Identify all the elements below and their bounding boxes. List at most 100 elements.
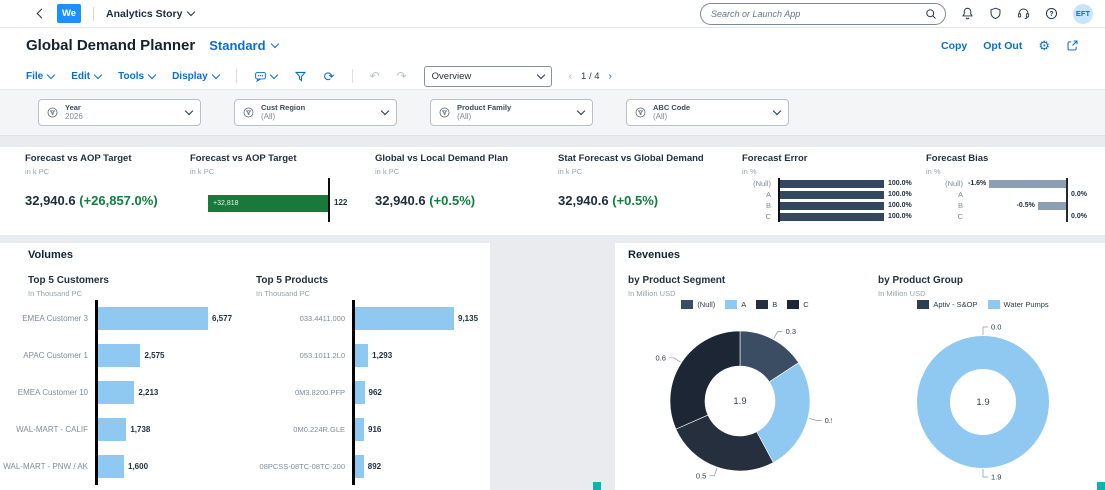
filter-cust-region[interactable]: Cust Region(All) — [234, 99, 397, 126]
chevron-down-icon — [536, 70, 544, 78]
bar[interactable] — [354, 344, 368, 367]
product-group-donut[interactable]: 0.01.91.9 — [895, 314, 1071, 490]
app-logo[interactable]: We — [57, 4, 81, 23]
global-search[interactable] — [700, 3, 946, 25]
legend-item[interactable]: B — [756, 300, 777, 309]
refresh-icon[interactable]: ⟳ — [324, 70, 335, 83]
value-label: 6,577 — [212, 314, 232, 323]
filter-product-family[interactable]: Product Family(All) — [430, 99, 593, 126]
filter-funnel-icon[interactable] — [294, 70, 307, 83]
comment-icon[interactable] — [254, 70, 277, 83]
chevron-down-icon — [269, 70, 277, 78]
bar[interactable] — [354, 381, 365, 404]
notifications-bell-icon[interactable] — [961, 7, 974, 20]
bar[interactable] — [780, 202, 884, 210]
chevron-down-icon — [185, 107, 193, 115]
kpi-band: Forecast vs AOP Target in k PC 32,940.6 … — [0, 147, 1105, 235]
chevron-down-icon — [94, 70, 102, 78]
search-icon[interactable] — [925, 8, 937, 20]
legend-label: C — [803, 300, 808, 309]
divider — [236, 69, 237, 83]
bar-row: C100.0% — [742, 211, 922, 222]
svg-text:0.5: 0.5 — [696, 471, 706, 480]
copy-button[interactable]: Copy — [941, 40, 967, 52]
help-icon[interactable]: ? — [1045, 7, 1058, 20]
category-label: 08PCSS-08TC-08TC-200 — [245, 462, 352, 471]
revenues-card: Revenues by Product Segment In Million U… — [615, 243, 1105, 490]
bar[interactable] — [989, 180, 1066, 188]
menu-tools[interactable]: Tools — [118, 71, 155, 82]
legend-swatch — [787, 300, 799, 309]
kpi-global-vs-local[interactable]: Global vs Local Demand Plan in k PC 32,9… — [375, 147, 553, 235]
bar[interactable] — [780, 180, 884, 188]
opt-out-button[interactable]: Opt Out — [983, 40, 1022, 52]
hamburger-menu-icon[interactable] — [12, 8, 26, 18]
bar[interactable] — [354, 455, 364, 478]
legend-label: B — [772, 300, 777, 309]
value-label: 892 — [368, 462, 381, 471]
kpi-delta: (+0.5%) — [612, 193, 658, 208]
page-view-select[interactable]: Overview — [424, 66, 552, 87]
kpi-stat-vs-global[interactable]: Stat Forecast vs Global Demand in k PC 3… — [558, 147, 736, 235]
next-page-icon[interactable]: › — [609, 71, 612, 82]
filter-abc-code[interactable]: ABC Code(All) — [626, 99, 789, 126]
shield-icon[interactable] — [989, 7, 1002, 20]
prev-page-icon[interactable]: ‹ — [569, 71, 572, 82]
settings-gear-icon[interactable]: ⚙ — [1038, 39, 1050, 52]
user-avatar[interactable]: EFT — [1073, 4, 1093, 24]
app-title-menu[interactable]: Analytics Story — [106, 8, 194, 20]
category-label: EMEA Customer 3 — [0, 314, 95, 323]
bar[interactable] — [1038, 202, 1066, 210]
value-label: 0.0% — [1066, 191, 1105, 198]
bullet-bar[interactable]: +32,818 — [208, 195, 328, 212]
bar-row: WAL-MART - CALIF1,738 — [0, 411, 245, 448]
category-label: (Null) — [926, 179, 968, 188]
kpi-value: 32,940.6 (+0.5%) — [558, 193, 658, 208]
bar-row: WAL-MART - PNW / AK1,600 — [0, 448, 245, 485]
bar[interactable] — [97, 418, 126, 441]
product-segment-donut[interactable]: 0.30.50.50.61.9 — [648, 309, 832, 490]
menu-display[interactable]: Display — [172, 71, 219, 82]
bar[interactable] — [354, 418, 364, 441]
legend-item[interactable]: A — [725, 300, 746, 309]
bar[interactable] — [97, 344, 140, 367]
bar-row: B100.0% — [742, 200, 922, 211]
legend-item[interactable]: Aptiv - S&OP — [917, 300, 977, 309]
bar[interactable] — [97, 455, 124, 478]
kpi-forecast-error[interactable]: Forecast Error in % (Null)100.0%A100.0%B… — [742, 147, 922, 235]
page-navigator: ‹ 1 / 4 › — [569, 71, 612, 82]
top-bar: We Analytics Story ? — [0, 0, 1105, 28]
filter-year[interactable]: Year2026 — [38, 99, 201, 126]
back-icon[interactable] — [38, 10, 45, 17]
filter-token-icon — [243, 107, 254, 118]
share-export-icon[interactable] — [1066, 39, 1079, 52]
bar[interactable] — [354, 307, 454, 330]
kpi-forecast-vs-aop-bullet[interactable]: Forecast vs AOP Target in k PC +32,818 1… — [190, 147, 375, 235]
redo-icon[interactable]: ↷ — [397, 70, 407, 82]
lane-resize-handle[interactable] — [1097, 482, 1105, 490]
lane-resize-handle[interactable] — [593, 482, 601, 490]
legend-swatch — [917, 300, 929, 309]
legend-item[interactable]: Water Pumps — [988, 300, 1049, 309]
undo-icon[interactable]: ↶ — [370, 70, 380, 82]
bar-row: C0.0% — [926, 211, 1105, 222]
kpi-delta: (+26,857.0%) — [79, 193, 157, 208]
search-input[interactable] — [709, 8, 925, 20]
kpi-forecast-bias[interactable]: Forecast Bias in % (Null)-1.6%A0.0%B-0.5… — [926, 147, 1105, 235]
kpi-forecast-vs-aop[interactable]: Forecast vs AOP Target in k PC 32,940.6 … — [25, 147, 190, 235]
legend-item[interactable]: C — [787, 300, 808, 309]
bar[interactable] — [780, 191, 884, 199]
bar[interactable] — [97, 307, 208, 330]
bar[interactable] — [97, 381, 134, 404]
top5-products-chart: 033.4411.0009,135053.1011.2L01,2930M3.82… — [245, 300, 490, 485]
variant-selector[interactable]: Standard — [209, 38, 277, 53]
menu-edit[interactable]: Edit — [71, 71, 101, 82]
menu-file[interactable]: File — [26, 71, 54, 82]
divider — [93, 7, 94, 21]
bar-row: 0M3.8200.PFP962 — [245, 374, 490, 411]
headset-support-icon[interactable] — [1017, 7, 1030, 20]
legend-label: (Null) — [697, 300, 715, 309]
bar-row: APAC Customer 12,575 — [0, 337, 245, 374]
bar[interactable] — [780, 213, 884, 221]
legend-item[interactable]: (Null) — [681, 300, 715, 309]
